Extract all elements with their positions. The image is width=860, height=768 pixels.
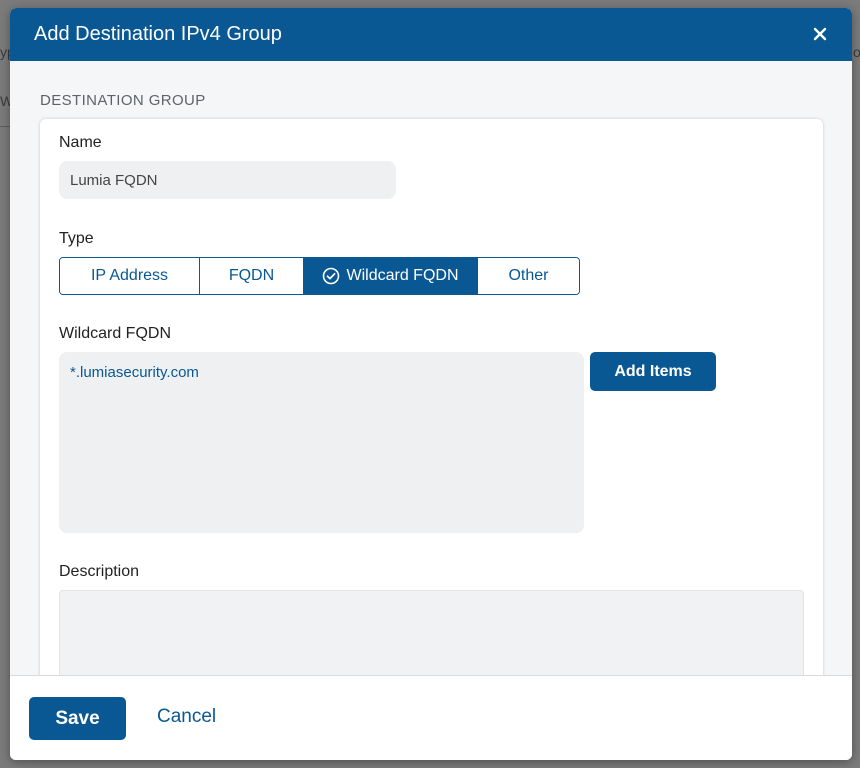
dialog-body: DESTINATION GROUP Name Type IP Address F…	[10, 61, 852, 675]
wildcard-fqdn-label: Wildcard FQDN	[59, 325, 172, 342]
description-textarea[interactable]	[59, 590, 804, 675]
wildcard-fqdn-list[interactable]: *.lumiasecurity.com	[59, 352, 584, 533]
type-option-other[interactable]: Other	[478, 258, 579, 294]
destination-group-card: Name Type IP Address FQDN Wildcard FQDN	[40, 119, 823, 675]
dialog-footer: Save Cancel	[10, 675, 852, 760]
type-option-label: Wildcard FQDN	[346, 267, 459, 284]
close-button[interactable]	[808, 22, 832, 46]
name-input[interactable]	[59, 161, 396, 199]
cancel-button[interactable]: Cancel	[157, 706, 216, 728]
save-button[interactable]: Save	[29, 697, 126, 740]
type-option-label: FQDN	[228, 267, 275, 284]
dialog-header: Add Destination IPv4 Group	[10, 8, 852, 61]
check-circle-icon	[323, 267, 340, 285]
type-option-label: IP Address	[90, 267, 169, 284]
background-divider	[0, 126, 10, 127]
add-items-button[interactable]: Add Items	[590, 352, 716, 391]
name-label: Name	[59, 134, 102, 151]
type-option-label: Other	[508, 267, 549, 284]
background-text: o	[853, 44, 860, 60]
add-destination-group-dialog: Add Destination IPv4 Group DESTINATION G…	[10, 8, 852, 760]
type-option-ip-address[interactable]: IP Address	[60, 258, 200, 294]
dialog-title: Add Destination IPv4 Group	[34, 23, 282, 45]
section-title: DESTINATION GROUP	[40, 92, 206, 109]
close-icon	[813, 27, 827, 41]
type-option-wildcard-fqdn[interactable]: Wildcard FQDN	[304, 258, 478, 294]
type-segmented-control: IP Address FQDN Wildcard FQDN Other	[59, 257, 580, 295]
wildcard-fqdn-item: *.lumiasecurity.com	[70, 364, 199, 381]
type-option-fqdn[interactable]: FQDN	[200, 258, 304, 294]
type-label: Type	[59, 230, 94, 247]
description-label: Description	[59, 563, 140, 580]
